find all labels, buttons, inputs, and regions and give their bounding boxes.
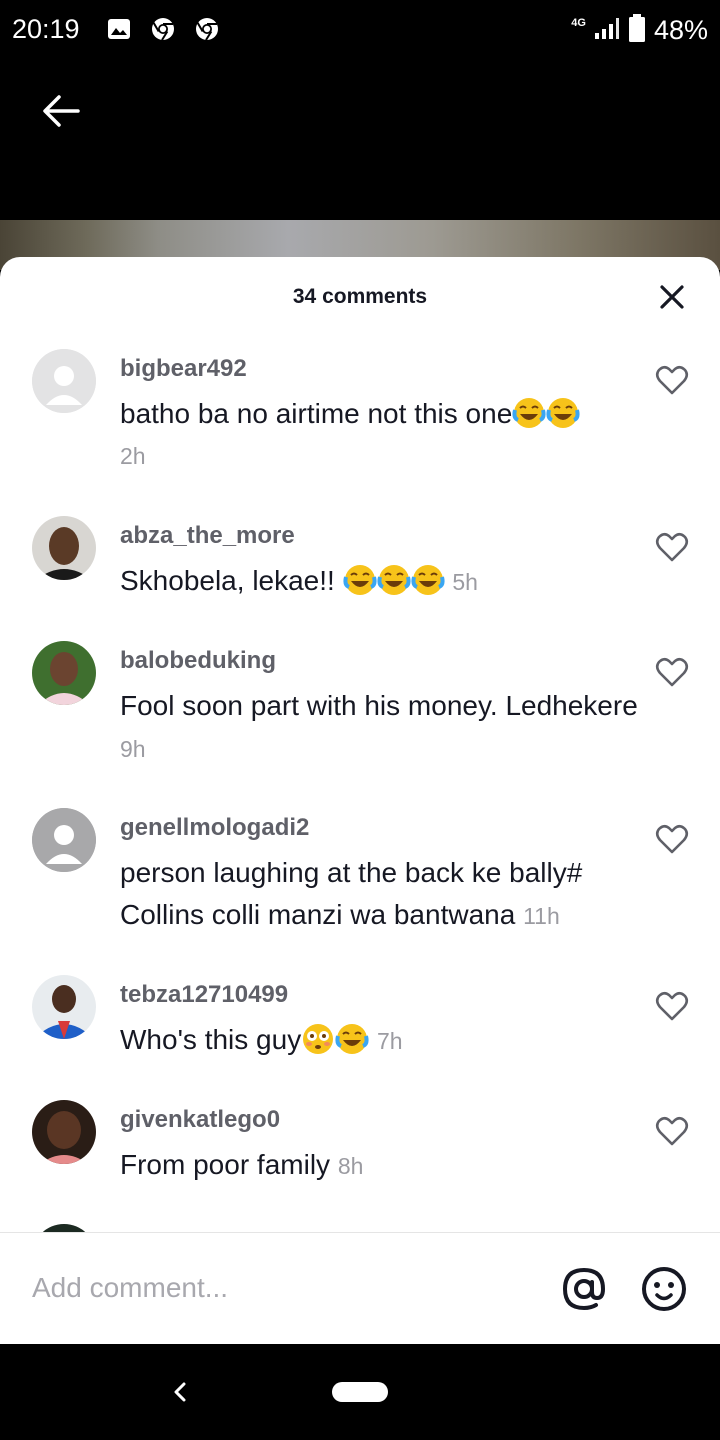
comment-time: 8h xyxy=(337,1153,364,1179)
joy-emoji-icon xyxy=(377,563,411,597)
status-bar: 20:19 4G 48% xyxy=(0,0,720,60)
back-arrow-icon[interactable] xyxy=(38,88,84,134)
comment-time: 7h xyxy=(376,1028,403,1054)
comments-sheet: 34 comments bigbear492 batho ba no airti… xyxy=(0,257,720,1344)
battery-percent: 48% xyxy=(653,15,708,45)
avatar[interactable] xyxy=(32,808,96,872)
comment-body: Who's this guy xyxy=(120,1024,302,1055)
comment-time: 9h xyxy=(120,736,146,762)
like-heart-icon[interactable] xyxy=(654,362,690,398)
joy-emoji-icon xyxy=(343,563,377,597)
comment-text: Who's this guy 7h xyxy=(120,1019,640,1062)
comment-username[interactable]: balobeduking xyxy=(120,647,276,675)
avatar[interactable] xyxy=(32,1100,96,1164)
avatar[interactable] xyxy=(32,641,96,705)
battery-icon xyxy=(628,14,646,47)
notification-icons xyxy=(106,16,220,42)
joy-emoji-icon xyxy=(335,1022,369,1056)
top-header xyxy=(0,60,720,220)
comment-username[interactable]: givenkatlego0 xyxy=(120,1106,280,1134)
comment-time: 2h xyxy=(120,443,146,469)
flushed-emoji-icon xyxy=(301,1022,335,1056)
system-status: 4G 48% xyxy=(571,14,708,47)
joy-emoji-icon xyxy=(512,396,546,430)
close-icon[interactable] xyxy=(656,281,688,313)
comment-username[interactable]: genellmologadi2 xyxy=(120,814,309,842)
comment-username[interactable]: bigbear492 xyxy=(120,355,247,383)
comment-username[interactable]: tebza12710499 xyxy=(120,981,288,1009)
comment-input-bar xyxy=(0,1232,720,1344)
signal-icon xyxy=(594,16,620,45)
comments-count-title: 34 comments xyxy=(292,285,428,308)
joy-emoji-icon xyxy=(411,563,445,597)
chrome-icon xyxy=(194,16,220,42)
like-heart-icon[interactable] xyxy=(654,821,690,857)
comment-text: Skhobela, lekae!! 5h xyxy=(120,560,640,603)
comment-time: 5h xyxy=(452,569,478,595)
comment-username[interactable]: abza_the_more xyxy=(120,522,295,550)
like-heart-icon[interactable] xyxy=(654,529,690,565)
comment-text: batho ba no airtime not this one xyxy=(120,393,640,435)
comment-body: batho ba no airtime not this one xyxy=(120,398,513,429)
mention-at-icon[interactable] xyxy=(560,1265,608,1313)
comment-body: Fool soon part with his money. Ledhekere xyxy=(120,690,638,721)
like-heart-icon[interactable] xyxy=(654,988,690,1024)
add-comment-input[interactable] xyxy=(32,1263,532,1313)
comment-body: From poor family xyxy=(120,1149,331,1180)
comment-time: 11h xyxy=(523,903,560,929)
joy-emoji-icon xyxy=(546,396,580,430)
comment-text: From poor family 8h xyxy=(120,1144,640,1187)
comment-body: Skhobela, lekae!! xyxy=(120,565,343,596)
avatar[interactable] xyxy=(32,516,96,580)
comment-text: Fool soon part with his money. Ledhekere… xyxy=(120,685,640,770)
nav-back-chevron-icon[interactable] xyxy=(168,1376,192,1408)
comment-body: person laughing at the back ke bally# Co… xyxy=(120,857,583,930)
nav-home-pill[interactable] xyxy=(332,1382,388,1402)
comment-text: person laughing at the back ke bally# Co… xyxy=(120,852,640,937)
image-icon xyxy=(106,16,132,42)
chrome-icon xyxy=(150,16,176,42)
emoji-smile-icon[interactable] xyxy=(640,1265,688,1313)
network-label: 4G xyxy=(571,16,586,29)
avatar[interactable] xyxy=(32,349,96,413)
like-heart-icon[interactable] xyxy=(654,1113,690,1149)
avatar[interactable] xyxy=(32,975,96,1039)
navigation-bar xyxy=(0,1344,720,1440)
status-time: 20:19 xyxy=(12,14,80,44)
like-heart-icon[interactable] xyxy=(654,654,690,690)
